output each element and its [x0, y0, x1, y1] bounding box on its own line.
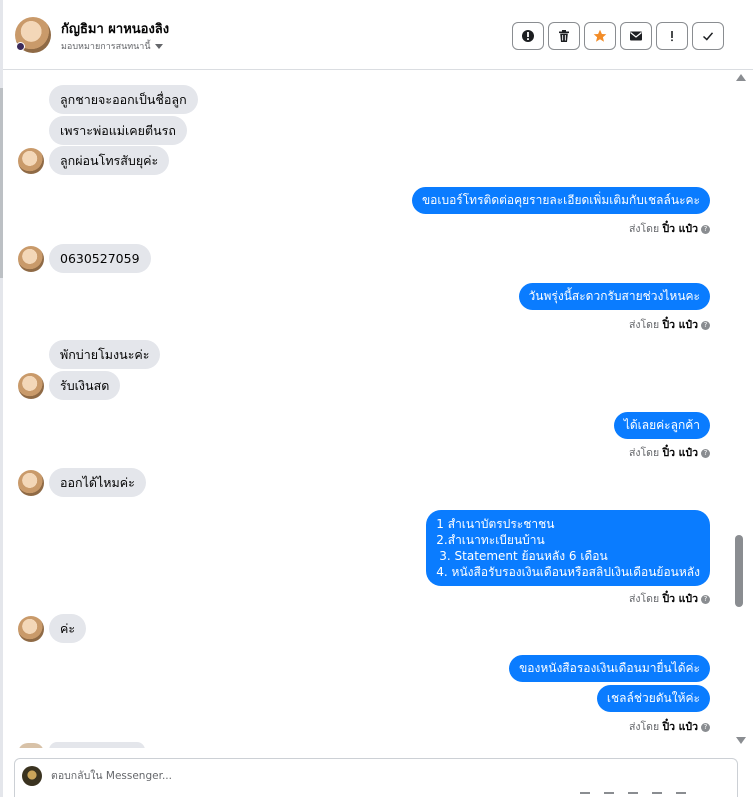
sent-by-label: ส่งโดย ปิ๋ว แป๋ว? — [629, 590, 710, 607]
mark-spam-button[interactable] — [512, 22, 544, 50]
sent-by-prefix: ส่งโดย — [628, 593, 660, 605]
gif-icon[interactable] — [652, 792, 662, 798]
incoming-message[interactable]: 0630527059 — [49, 244, 151, 273]
outgoing-message[interactable]: เชลล์ช่วยดันให้ค่ะ — [596, 685, 710, 712]
exclamation-icon — [671, 31, 673, 42]
incoming-message[interactable]: ออกได้ไหมค่ะ — [49, 468, 146, 497]
message-row: ลูกชายจะออกเป็นชื่อลูก — [3, 85, 733, 115]
info-icon[interactable]: ? — [701, 722, 710, 732]
assign-conversation-label: มอบหมายการสนทนานี้ — [61, 42, 151, 52]
envelope-icon — [630, 31, 642, 41]
outgoing-message[interactable]: ขอเบอร์โทรติดต่อคุยรายละเอียดเพิ่มเติมกั… — [411, 187, 710, 214]
document-list-item: 3. Statement ย้อนหลัง 6 เดือน — [439, 549, 608, 563]
follow-up-button[interactable] — [656, 22, 688, 50]
sent-by-label: ส่งโดย ปิ๋ว แป๋ว? — [629, 718, 710, 735]
message-row: ลูกผ่อนโทรสับยุค่ะ — [3, 146, 733, 176]
sent-by-prefix: ส่งโดย — [628, 447, 660, 459]
message-row: ออกได้ไหมค่ะ — [3, 468, 733, 498]
incoming-message[interactable]: เพราะพ่อแม่เคยตีนรถ — [49, 116, 187, 145]
outgoing-message-document-list[interactable]: 1 สำเนาบัตรประชาชน 2.สำเนาทะเบียนบ้าน 3.… — [426, 510, 710, 586]
document-list-item: 1 สำเนาบัตรประชาชน — [436, 517, 555, 531]
message-row: พักบ่ายโมงนะค่ะ — [3, 340, 733, 370]
page-avatar — [22, 766, 42, 786]
scrollbar-thumb[interactable] — [735, 535, 743, 607]
emoji-icon[interactable] — [604, 792, 614, 798]
contact-avatar-small[interactable] — [18, 246, 44, 272]
delete-button[interactable] — [548, 22, 580, 50]
incoming-message[interactable]: ลูกผ่อนโทรสับยุค่ะ — [49, 146, 170, 175]
message-row: 0630527059 — [3, 244, 733, 274]
scroll-down-arrow-icon[interactable] — [736, 737, 746, 744]
info-icon[interactable]: ? — [701, 594, 710, 604]
thread-scrollbar[interactable] — [733, 70, 749, 748]
sent-by-name[interactable]: ปิ๋ว แป๋ว — [662, 447, 698, 459]
image-icon[interactable] — [628, 792, 638, 798]
sent-by-prefix: ส่งโดย — [628, 223, 660, 235]
contact-avatar-small[interactable] — [18, 373, 44, 399]
outgoing-message[interactable]: ของหนังสือรองเงินเดือนมายื่นได้ค่ะ — [509, 655, 710, 682]
message-row: ค่ะ — [3, 614, 733, 644]
contact-avatar-small[interactable] — [18, 470, 44, 496]
sent-by-label: ส่งโดย ปิ๋ว แป๋ว? — [629, 316, 710, 333]
contact-avatar-small[interactable] — [18, 616, 44, 642]
sent-by-prefix: ส่งโดย — [628, 721, 660, 733]
sent-by-name[interactable]: ปิ๋ว แป๋ว — [662, 721, 698, 733]
sent-by-prefix: ส่งโดย — [628, 319, 660, 331]
assign-conversation-dropdown[interactable]: มอบหมายการสนทนานี้ — [61, 39, 163, 53]
mark-unread-button[interactable] — [620, 22, 652, 50]
info-icon[interactable]: ? — [701, 320, 710, 330]
sent-by-label: ส่งโดย ปิ๋ว แป๋ว? — [629, 220, 710, 237]
message-row: เพราะพ่อแม่เคยตีนรถ — [3, 116, 733, 146]
alert-circle-icon — [522, 30, 534, 42]
reply-composer — [14, 758, 738, 797]
caret-down-icon — [154, 44, 163, 49]
incoming-message[interactable]: พักบ่ายโมงนะค่ะ — [49, 340, 161, 369]
incoming-message[interactable]: ลูกชายจะออกเป็นชื่อลูก — [49, 85, 198, 114]
scroll-up-arrow-icon[interactable] — [736, 74, 746, 81]
conversation-header: กัญธิมา ผาหนองลิง มอบหมายการสนทนานี้ — [3, 0, 753, 70]
document-list-item: 2.สำเนาทะเบียนบ้าน — [436, 533, 545, 547]
incoming-message[interactable]: รับเงินสด — [49, 371, 121, 400]
mark-done-button[interactable] — [692, 22, 724, 50]
conversation-toolbar — [512, 22, 724, 50]
inbox-conversation-panel: กัญธิมา ผาหนองลิง มอบหมายการสนทนานี้ ลูก… — [0, 0, 753, 797]
message-thread[interactable]: ลูกชายจะออกเป็นชื่อลูก เพราะพ่อแม่เคยตีน… — [3, 70, 733, 748]
trash-icon — [559, 30, 569, 42]
attachment-icon[interactable] — [580, 792, 590, 798]
info-icon[interactable]: ? — [701, 448, 710, 458]
contact-avatar-small — [18, 743, 44, 748]
sent-by-name[interactable]: ปิ๋ว แป๋ว — [662, 593, 698, 605]
sent-by-name[interactable]: ปิ๋ว แป๋ว — [662, 319, 698, 331]
star-button[interactable] — [584, 22, 616, 50]
outgoing-message[interactable]: วันพรุ่งนี้สะดวกรับสายช่วงไหนคะ — [518, 283, 710, 310]
check-icon — [702, 32, 714, 41]
document-list-item: 4. หนังสือรับรองเงินเดือนหรือสลิปเงินเดื… — [436, 565, 700, 579]
composer-toolbar — [580, 792, 686, 798]
contact-name[interactable]: กัญธิมา ผาหนองลิง — [61, 18, 169, 39]
more-icon[interactable] — [676, 792, 686, 798]
info-icon[interactable]: ? — [701, 224, 710, 234]
messenger-badge-icon — [16, 42, 25, 51]
star-icon — [593, 29, 607, 42]
reply-input[interactable] — [51, 768, 551, 784]
contact-avatar-small[interactable] — [18, 148, 44, 174]
outgoing-message[interactable]: ได้เลยค่ะลูกค้า — [613, 412, 710, 439]
message-row: รับเงินสด — [3, 371, 733, 401]
sent-by-label: ส่งโดย ปิ๋ว แป๋ว? — [629, 444, 710, 461]
sent-by-name[interactable]: ปิ๋ว แป๋ว — [662, 223, 698, 235]
incoming-message[interactable]: ค่ะ — [49, 614, 87, 643]
incoming-message-partial — [49, 742, 145, 748]
